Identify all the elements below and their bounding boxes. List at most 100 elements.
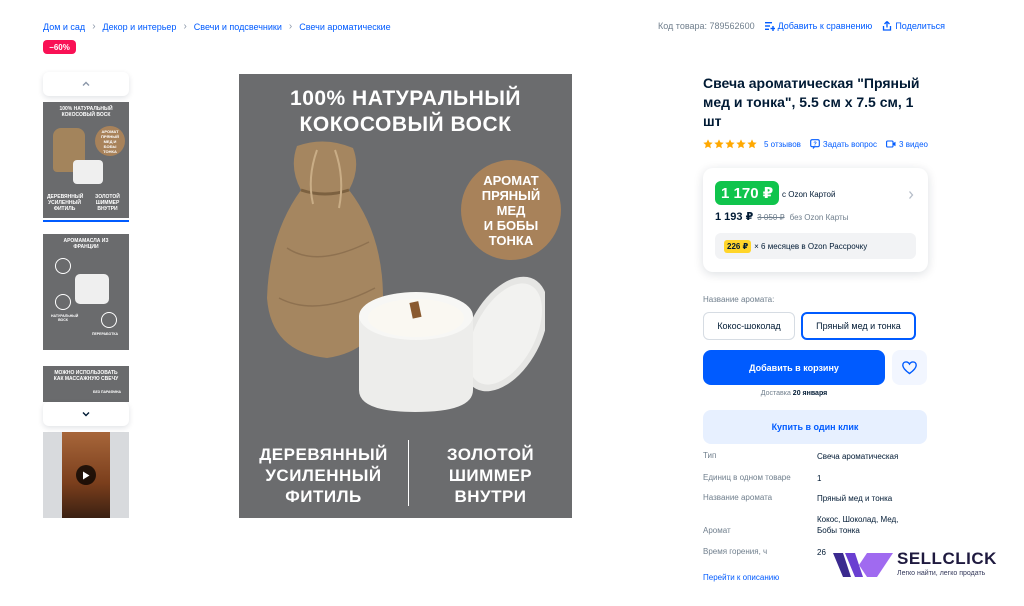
thumbnail-badge-circle <box>55 258 71 274</box>
thumbnail-note: ПЕРЕРАБОТКА <box>91 332 119 336</box>
thumbnail-text-line: ВНУТРИ <box>97 206 118 212</box>
go-to-description-link[interactable]: Перейти к описанию <box>703 573 779 582</box>
old-price: 3 050 ₽ <box>757 213 785 222</box>
heart-icon <box>902 360 917 374</box>
sellclick-logo-mark <box>833 553 893 577</box>
installment-text: × 6 месяцев в Ozon Рассрочку <box>754 241 868 251</box>
thumbnail-3[interactable]: МОЖНО ИСПОЛЬЗОВАТЬ КАК МАССАЖНУЮ СВЕЧУ Б… <box>43 366 129 402</box>
thumbnail-badge-circle <box>55 294 71 310</box>
delivery-prefix: Доставка <box>760 390 791 397</box>
breadcrumb-item-aroma-candles[interactable]: Свечи ароматические <box>299 22 390 32</box>
star-icon <box>725 139 735 149</box>
reviews-link[interactable]: 5 отзывов <box>764 140 801 149</box>
question-icon: ? <box>810 139 820 149</box>
thumbnail-scroll-up-button[interactable] <box>43 72 129 96</box>
star-icon <box>747 139 757 149</box>
thumbnail-note: НАТУРАЛЬНЫЙ ВОСК <box>51 314 79 323</box>
ask-question-link[interactable]: ? Задать вопрос <box>810 139 877 149</box>
chevron-down-icon <box>82 412 90 417</box>
rating-row: 5 отзывов ? Задать вопрос 3 видео <box>703 139 937 149</box>
aroma-circle-line: ТОНКА <box>488 232 534 248</box>
delivery-info: Доставка 20 января <box>703 390 885 397</box>
breadcrumb-separator: › <box>183 21 187 32</box>
star-icon <box>714 139 724 149</box>
share-label: Поделиться <box>895 21 946 31</box>
thumbnail-candle <box>73 160 103 184</box>
regular-price-row: 1 193 ₽ 3 050 ₽ без Ozon Карты <box>715 210 848 223</box>
discount-badge: −60% <box>43 40 76 54</box>
main-image-bottom-line: ФИТИЛЬ <box>285 487 362 506</box>
thumbnail-3-headline: МОЖНО ИСПОЛЬЗОВАТЬ КАК МАССАЖНУЮ СВЕЧУ <box>43 370 129 382</box>
compare-icon <box>764 22 775 31</box>
compare-button[interactable]: Добавить к сравнению <box>764 21 873 31</box>
thumbnail-text-line: ФИТИЛЬ <box>53 206 76 212</box>
thumbnail-text-line: ФРАНЦИИ <box>73 244 99 250</box>
thumbnail-scroll-down-button[interactable] <box>43 402 129 426</box>
share-button[interactable]: Поделиться <box>882 21 945 31</box>
breadcrumb-item-decor[interactable]: Декор и интерьер <box>103 22 177 32</box>
chevron-right-icon[interactable] <box>907 187 915 205</box>
thumbnail-1[interactable]: 100% НАТУРАЛЬНЫЙ КОКОСОВЫЙ ВОСК АРОМАТ П… <box>43 102 129 218</box>
breadcrumb-separator: › <box>92 21 96 32</box>
thumbnail-circle: АРОМАТ ПРЯНЫЙ МЕД И БОБЫ ТОНКА <box>95 126 125 156</box>
installment-amount: 226 ₽ <box>724 239 752 253</box>
thumbnail-1-bottom-left: ДЕРЕВЯННЫЙ УСИЛЕННЫЙ ФИТИЛЬ <box>43 194 86 212</box>
main-product-image[interactable]: 100% НАТУРАЛЬНЫЙ КОКОСОВЫЙ ВОСК АРОМАТ П… <box>239 74 572 518</box>
candle-illustration <box>359 276 545 412</box>
video-icon <box>886 140 896 148</box>
main-image-bottom-line: ВНУТРИ <box>454 487 527 506</box>
add-to-cart-button[interactable]: Добавить в корзину <box>703 350 885 385</box>
delivery-date: 20 января <box>792 390 828 397</box>
thumbnail-strip: 100% НАТУРАЛЬНЫЙ КОКОСОВЫЙ ВОСК АРОМАТ П… <box>43 72 129 520</box>
main-image-bottom-line: ШИММЕР <box>448 466 533 485</box>
favorite-button[interactable] <box>892 350 927 385</box>
main-image-bottom-line: ДЕРЕВЯННЫЙ <box>259 445 388 464</box>
play-icon[interactable] <box>76 465 96 485</box>
thumbnail-2-headline: АРОМАМАСЛА ИЗ ФРАНЦИИ <box>43 238 129 250</box>
compare-label: Добавить к сравнению <box>777 21 873 31</box>
thumbnail-1-headline: 100% НАТУРАЛЬНЫЙ КОКОСОВЫЙ ВОСК <box>43 106 129 118</box>
aroma-circle-line: АРОМАТ <box>483 172 539 188</box>
share-icon <box>883 21 892 31</box>
main-image-headline: 100% НАТУРАЛЬНЫЙ КОКОСОВЫЙ ВОСК <box>239 86 572 138</box>
breadcrumb-separator: › <box>288 21 293 32</box>
main-image-headline-line: КОКОСОВЫЙ ВОСК <box>299 113 512 136</box>
thumbnail-note: БЕЗ ПАРАФИНА <box>92 390 122 394</box>
ozon-card-price: 1 170 ₽ <box>715 181 780 205</box>
thumbnail-candle <box>75 274 109 304</box>
buy-one-click-button[interactable]: Купить в один клик <box>703 410 927 444</box>
breadcrumb-item-home-garden[interactable]: Дом и сад <box>43 22 85 32</box>
installment-offer[interactable]: 226 ₽ × 6 месяцев в Ozon Рассрочку <box>715 233 916 259</box>
spec-key: Название аромата <box>703 493 773 502</box>
product-title: Свеча ароматическая "Пряный мед и тонка"… <box>703 75 920 129</box>
thumbnail-1-bottom-right: ЗОЛОТОЙ ШИММЕР ВНУТРИ <box>86 194 129 212</box>
aroma-option-coconut-chocolate[interactable]: Кокос-шоколад <box>703 312 795 340</box>
sellclick-logo-name: SELLCLICK <box>897 549 997 568</box>
thumbnail-video[interactable] <box>43 432 129 518</box>
videos-label: 3 видео <box>899 139 928 149</box>
ask-question-label: Задать вопрос <box>822 139 878 149</box>
aroma-option-spicy-honey-tonka[interactable]: Пряный мед и тонка <box>801 312 916 340</box>
sellclick-watermark-logo: SELLCLICK Легко найти, легко продать <box>833 548 1003 582</box>
aroma-circle-line: И БОБЫ <box>483 217 539 233</box>
price-card[interactable]: 1 170 ₽ с Ozon Картой 1 193 ₽ 3 050 ₽ бе… <box>703 168 928 272</box>
product-top-actions: Код товара: 789562600 Добавить к сравнен… <box>658 21 955 31</box>
main-image-bottom-line: УСИЛЕННЫЙ <box>265 466 382 485</box>
videos-link[interactable]: 3 видео <box>886 139 928 149</box>
rating-stars[interactable] <box>703 139 758 149</box>
aroma-selector-label: Название аромата: <box>703 295 775 304</box>
spec-value: Пряный мед и тонка <box>817 494 893 503</box>
thumbnail-2[interactable]: АРОМАМАСЛА ИЗ ФРАНЦИИ НАТУРАЛЬНЫЙ ВОСК П… <box>43 234 129 350</box>
spec-value: Кокос, Шоколад, Мед, Бобы тонка <box>817 515 899 535</box>
thumbnail-text-line: КАК МАССАЖНУЮ СВЕЧУ <box>53 376 119 382</box>
main-image-bottom-line: ЗОЛОТОЙ <box>446 445 535 464</box>
sellclick-logo-tagline: Легко найти, легко продать <box>897 570 986 577</box>
thumbnail-text-line: КОКОСОВЫЙ ВОСК <box>61 112 111 118</box>
breadcrumb-item-candles[interactable]: Свечи и подсвечники <box>194 22 282 32</box>
product-sku: Код товара: 789562600 <box>658 21 755 31</box>
main-image-headline-line: 100% НАТУРАЛЬНЫЙ <box>290 87 521 110</box>
breadcrumb: Дом и сад › Декор и интерьер › Свечи и п… <box>43 21 391 32</box>
spec-value: 1 <box>817 474 822 483</box>
main-image-bottom-right: ЗОЛОТОЙ ШИММЕР ВНУТРИ <box>409 444 572 507</box>
spec-key: Время горения, ч <box>703 547 768 556</box>
